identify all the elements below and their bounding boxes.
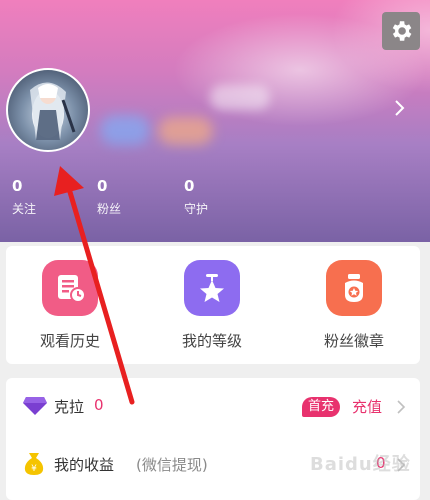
annotation-arrow xyxy=(54,166,135,405)
